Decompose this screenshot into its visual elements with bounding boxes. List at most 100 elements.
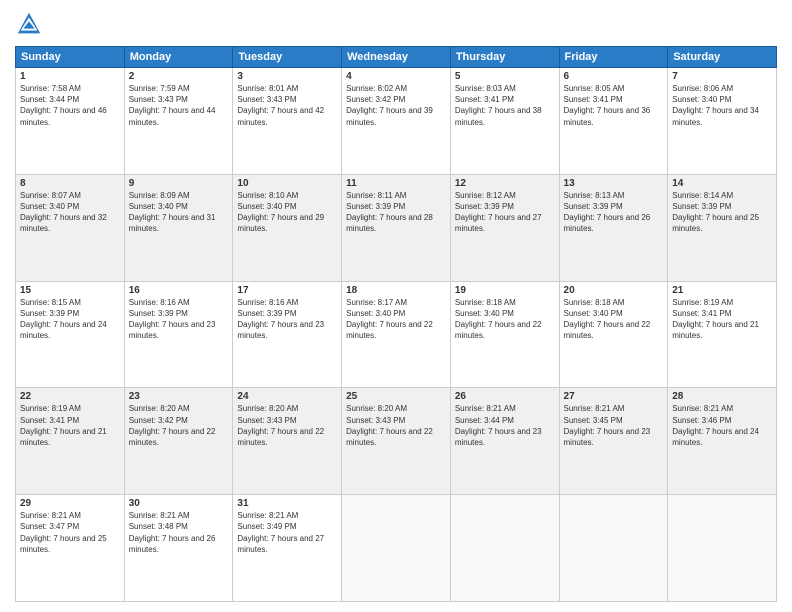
day-info: Sunrise: 8:16 AMSunset: 3:39 PMDaylight:…	[129, 297, 229, 342]
day-info: Sunrise: 8:10 AMSunset: 3:40 PMDaylight:…	[237, 190, 337, 235]
calendar-day-cell: 30Sunrise: 8:21 AMSunset: 3:48 PMDayligh…	[124, 495, 233, 602]
day-info: Sunrise: 8:21 AMSunset: 3:47 PMDaylight:…	[20, 510, 120, 555]
day-number: 4	[346, 71, 446, 82]
calendar-day-cell: 24Sunrise: 8:20 AMSunset: 3:43 PMDayligh…	[233, 388, 342, 495]
day-number: 25	[346, 391, 446, 402]
day-info: Sunrise: 8:13 AMSunset: 3:39 PMDaylight:…	[564, 190, 664, 235]
day-number: 31	[237, 498, 337, 509]
calendar-day-cell	[559, 495, 668, 602]
day-number: 1	[20, 71, 120, 82]
day-info: Sunrise: 8:20 AMSunset: 3:43 PMDaylight:…	[237, 403, 337, 448]
calendar-day-cell	[450, 495, 559, 602]
calendar-day-header: Saturday	[668, 47, 777, 68]
calendar-week-row: 1Sunrise: 7:58 AMSunset: 3:44 PMDaylight…	[16, 68, 777, 175]
calendar-day-header: Friday	[559, 47, 668, 68]
calendar-day-header: Sunday	[16, 47, 125, 68]
calendar-week-row: 8Sunrise: 8:07 AMSunset: 3:40 PMDaylight…	[16, 174, 777, 281]
day-number: 22	[20, 391, 120, 402]
header	[15, 10, 777, 38]
calendar-week-row: 22Sunrise: 8:19 AMSunset: 3:41 PMDayligh…	[16, 388, 777, 495]
calendar-day-cell: 9Sunrise: 8:09 AMSunset: 3:40 PMDaylight…	[124, 174, 233, 281]
calendar-table: SundayMondayTuesdayWednesdayThursdayFrid…	[15, 46, 777, 602]
day-info: Sunrise: 8:16 AMSunset: 3:39 PMDaylight:…	[237, 297, 337, 342]
day-info: Sunrise: 8:15 AMSunset: 3:39 PMDaylight:…	[20, 297, 120, 342]
calendar-day-cell: 15Sunrise: 8:15 AMSunset: 3:39 PMDayligh…	[16, 281, 125, 388]
day-info: Sunrise: 8:21 AMSunset: 3:49 PMDaylight:…	[237, 510, 337, 555]
calendar-day-cell: 11Sunrise: 8:11 AMSunset: 3:39 PMDayligh…	[342, 174, 451, 281]
day-number: 18	[346, 285, 446, 296]
calendar-day-cell: 31Sunrise: 8:21 AMSunset: 3:49 PMDayligh…	[233, 495, 342, 602]
day-info: Sunrise: 8:21 AMSunset: 3:45 PMDaylight:…	[564, 403, 664, 448]
logo	[15, 10, 47, 38]
calendar-day-cell: 13Sunrise: 8:13 AMSunset: 3:39 PMDayligh…	[559, 174, 668, 281]
calendar-week-row: 15Sunrise: 8:15 AMSunset: 3:39 PMDayligh…	[16, 281, 777, 388]
day-info: Sunrise: 8:02 AMSunset: 3:42 PMDaylight:…	[346, 83, 446, 128]
calendar-day-cell: 22Sunrise: 8:19 AMSunset: 3:41 PMDayligh…	[16, 388, 125, 495]
calendar-day-cell: 12Sunrise: 8:12 AMSunset: 3:39 PMDayligh…	[450, 174, 559, 281]
day-number: 7	[672, 71, 772, 82]
day-number: 23	[129, 391, 229, 402]
calendar-day-header: Wednesday	[342, 47, 451, 68]
calendar-day-cell: 20Sunrise: 8:18 AMSunset: 3:40 PMDayligh…	[559, 281, 668, 388]
calendar-day-cell: 26Sunrise: 8:21 AMSunset: 3:44 PMDayligh…	[450, 388, 559, 495]
day-info: Sunrise: 8:12 AMSunset: 3:39 PMDaylight:…	[455, 190, 555, 235]
calendar-day-cell	[342, 495, 451, 602]
day-number: 17	[237, 285, 337, 296]
day-number: 12	[455, 178, 555, 189]
day-info: Sunrise: 8:14 AMSunset: 3:39 PMDaylight:…	[672, 190, 772, 235]
calendar-day-cell: 29Sunrise: 8:21 AMSunset: 3:47 PMDayligh…	[16, 495, 125, 602]
day-info: Sunrise: 8:06 AMSunset: 3:40 PMDaylight:…	[672, 83, 772, 128]
day-number: 14	[672, 178, 772, 189]
day-number: 24	[237, 391, 337, 402]
calendar-day-cell: 10Sunrise: 8:10 AMSunset: 3:40 PMDayligh…	[233, 174, 342, 281]
day-number: 29	[20, 498, 120, 509]
page: SundayMondayTuesdayWednesdayThursdayFrid…	[0, 0, 792, 612]
calendar-day-header: Thursday	[450, 47, 559, 68]
calendar-day-cell: 1Sunrise: 7:58 AMSunset: 3:44 PMDaylight…	[16, 68, 125, 175]
day-number: 3	[237, 71, 337, 82]
day-info: Sunrise: 8:19 AMSunset: 3:41 PMDaylight:…	[672, 297, 772, 342]
calendar-day-cell: 16Sunrise: 8:16 AMSunset: 3:39 PMDayligh…	[124, 281, 233, 388]
calendar-day-cell	[668, 495, 777, 602]
calendar-day-cell: 14Sunrise: 8:14 AMSunset: 3:39 PMDayligh…	[668, 174, 777, 281]
day-number: 9	[129, 178, 229, 189]
calendar-day-cell: 6Sunrise: 8:05 AMSunset: 3:41 PMDaylight…	[559, 68, 668, 175]
day-info: Sunrise: 8:18 AMSunset: 3:40 PMDaylight:…	[564, 297, 664, 342]
day-number: 19	[455, 285, 555, 296]
calendar-day-cell: 5Sunrise: 8:03 AMSunset: 3:41 PMDaylight…	[450, 68, 559, 175]
logo-icon	[15, 10, 43, 38]
day-number: 30	[129, 498, 229, 509]
day-info: Sunrise: 8:21 AMSunset: 3:46 PMDaylight:…	[672, 403, 772, 448]
calendar-day-cell: 4Sunrise: 8:02 AMSunset: 3:42 PMDaylight…	[342, 68, 451, 175]
day-number: 26	[455, 391, 555, 402]
day-info: Sunrise: 8:09 AMSunset: 3:40 PMDaylight:…	[129, 190, 229, 235]
day-info: Sunrise: 8:05 AMSunset: 3:41 PMDaylight:…	[564, 83, 664, 128]
day-number: 21	[672, 285, 772, 296]
calendar-week-row: 29Sunrise: 8:21 AMSunset: 3:47 PMDayligh…	[16, 495, 777, 602]
calendar-day-cell: 27Sunrise: 8:21 AMSunset: 3:45 PMDayligh…	[559, 388, 668, 495]
day-number: 8	[20, 178, 120, 189]
day-info: Sunrise: 8:20 AMSunset: 3:43 PMDaylight:…	[346, 403, 446, 448]
day-number: 28	[672, 391, 772, 402]
day-number: 10	[237, 178, 337, 189]
day-number: 6	[564, 71, 664, 82]
day-number: 5	[455, 71, 555, 82]
calendar-day-cell: 7Sunrise: 8:06 AMSunset: 3:40 PMDaylight…	[668, 68, 777, 175]
day-info: Sunrise: 8:01 AMSunset: 3:43 PMDaylight:…	[237, 83, 337, 128]
calendar-day-header: Tuesday	[233, 47, 342, 68]
day-info: Sunrise: 8:20 AMSunset: 3:42 PMDaylight:…	[129, 403, 229, 448]
calendar-day-header: Monday	[124, 47, 233, 68]
day-info: Sunrise: 8:19 AMSunset: 3:41 PMDaylight:…	[20, 403, 120, 448]
calendar-day-cell: 17Sunrise: 8:16 AMSunset: 3:39 PMDayligh…	[233, 281, 342, 388]
day-info: Sunrise: 7:58 AMSunset: 3:44 PMDaylight:…	[20, 83, 120, 128]
calendar-day-cell: 2Sunrise: 7:59 AMSunset: 3:43 PMDaylight…	[124, 68, 233, 175]
day-info: Sunrise: 8:03 AMSunset: 3:41 PMDaylight:…	[455, 83, 555, 128]
day-info: Sunrise: 8:21 AMSunset: 3:44 PMDaylight:…	[455, 403, 555, 448]
day-number: 27	[564, 391, 664, 402]
day-info: Sunrise: 7:59 AMSunset: 3:43 PMDaylight:…	[129, 83, 229, 128]
calendar-day-cell: 25Sunrise: 8:20 AMSunset: 3:43 PMDayligh…	[342, 388, 451, 495]
calendar-header-row: SundayMondayTuesdayWednesdayThursdayFrid…	[16, 47, 777, 68]
day-number: 20	[564, 285, 664, 296]
day-number: 15	[20, 285, 120, 296]
calendar-day-cell: 18Sunrise: 8:17 AMSunset: 3:40 PMDayligh…	[342, 281, 451, 388]
